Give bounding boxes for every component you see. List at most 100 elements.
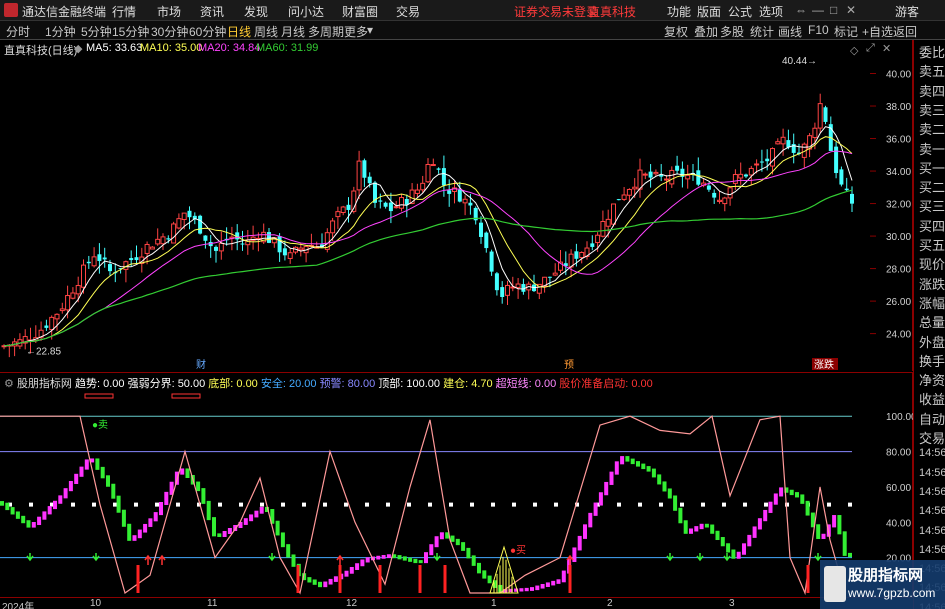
tool-add-watch[interactable]: +自选 xyxy=(862,23,893,40)
guest-label[interactable]: 游客 xyxy=(895,3,919,20)
menu-wealth[interactable]: 财富圈 xyxy=(342,3,378,20)
oscillator-bar xyxy=(418,560,423,564)
minimize-icon[interactable]: — xyxy=(812,3,824,17)
period-multi[interactable]: 多周期 xyxy=(308,23,344,40)
menu-formula[interactable]: 公式 xyxy=(728,3,752,20)
menu-news[interactable]: 资讯 xyxy=(200,3,224,20)
candle-body xyxy=(754,163,760,166)
swap-icon[interactable]: ⇔ xyxy=(795,3,807,17)
launch-signal-bar xyxy=(378,565,382,593)
oscillator-bar xyxy=(376,555,381,560)
indicator-chart[interactable]: 100.0080.0060.0040.0020.00●卖●买 xyxy=(0,373,913,598)
side-panel-item[interactable]: 卖四 xyxy=(919,81,945,100)
tool-stats[interactable]: 统计 xyxy=(750,23,774,40)
side-panel-item[interactable]: 14:56 xyxy=(919,544,945,556)
tool-adjust[interactable]: 复权 xyxy=(664,23,688,40)
side-panel-item[interactable]: 涨幅 xyxy=(919,293,945,312)
side-panel-item[interactable]: 委比 xyxy=(919,42,945,61)
candle-body xyxy=(49,316,55,331)
period-tick[interactable]: 分时 xyxy=(6,23,30,40)
divider-dot xyxy=(281,502,285,507)
divider-dot xyxy=(659,502,663,507)
side-panel-item[interactable]: 14:56 xyxy=(919,505,945,517)
menu-market[interactable]: 市场 xyxy=(157,3,181,20)
limit-marker: 涨跌 xyxy=(814,358,834,371)
period-60min[interactable]: 60分钟 xyxy=(189,23,226,40)
side-panel-item[interactable]: 涨跌 xyxy=(919,274,945,293)
menu-layout[interactable]: 版面 xyxy=(697,3,721,20)
period-weekly[interactable]: 周线 xyxy=(254,23,278,40)
menu-function[interactable]: 功能 xyxy=(667,3,691,20)
candlestick-panel[interactable]: 40.00 38.00 36.00 34.00 32.00 30.00 28.00 26.00… xyxy=(0,40,913,371)
side-panel-item[interactable]: 净资 xyxy=(919,370,945,389)
side-panel-item[interactable]: 卖五 xyxy=(919,61,945,80)
side-panel-item[interactable]: 收益 xyxy=(919,389,945,408)
side-panel-item[interactable]: 自动 xyxy=(919,409,945,428)
side-panel-item[interactable]: 买五 xyxy=(919,235,945,254)
side-panel-item[interactable]: 买四 xyxy=(919,216,945,235)
tool-back[interactable]: 返回 xyxy=(893,23,917,40)
tool-multistock[interactable]: 多股 xyxy=(720,23,744,40)
side-panel-item[interactable]: 14:56 xyxy=(919,467,945,479)
menu-discover[interactable]: 发现 xyxy=(244,3,268,20)
side-panel-item[interactable]: 买三 xyxy=(919,196,945,215)
oscillator-bar xyxy=(280,532,285,548)
candle-body xyxy=(340,206,346,214)
side-panel-item[interactable]: 卖二 xyxy=(919,119,945,138)
maximize-icon[interactable]: □ xyxy=(830,3,837,17)
oscillator-bar xyxy=(545,582,550,587)
menu-ask[interactable]: 问小达 xyxy=(288,3,324,20)
period-15min[interactable]: 15分钟 xyxy=(112,23,149,40)
side-panel-item[interactable]: 14:56 xyxy=(919,525,945,537)
period-1min[interactable]: 1分钟 xyxy=(45,23,76,40)
tool-overlay[interactable]: 叠加 xyxy=(694,23,718,40)
side-panel-item[interactable]: 总量 xyxy=(919,312,945,331)
side-panel-item[interactable]: 卖一 xyxy=(919,139,945,158)
side-panel-item[interactable]: 现价 xyxy=(919,254,945,273)
side-panel-item[interactable]: 交易 xyxy=(919,428,945,447)
indicator-panel[interactable]: 100.0080.0060.0040.0020.00●卖●买 ⚙ 股朋指标网 趋… xyxy=(0,372,913,597)
side-panel-item[interactable]: 买一 xyxy=(919,158,945,177)
tool-draw[interactable]: 画线 xyxy=(778,23,802,40)
tool-f10[interactable]: F10 xyxy=(808,23,829,37)
oscillator-bar xyxy=(561,570,566,583)
candlestick-chart[interactable]: 40.00 38.00 36.00 34.00 32.00 30.00 28.00 26.00… xyxy=(0,40,913,371)
login-notice[interactable]: 证券交易未登录 xyxy=(514,3,598,20)
oscillator-bar xyxy=(259,506,264,514)
oscillator-bar xyxy=(0,501,4,506)
indicator-name[interactable]: 股朋指标网 xyxy=(17,378,72,390)
close-panel-icon[interactable]: ✕ xyxy=(882,42,891,55)
diamond-icon[interactable]: ◇ xyxy=(850,44,858,57)
period-daily[interactable]: 日线 xyxy=(227,23,251,40)
price-axis-label: 32.00 xyxy=(886,200,911,211)
side-panel-item[interactable]: 外盘 xyxy=(919,332,945,351)
settings-icon[interactable]: ◆ xyxy=(74,42,82,55)
side-panel-item[interactable]: 14:56 xyxy=(919,447,945,459)
finance-marker: 财 xyxy=(196,358,206,371)
expand-icon[interactable]: ⤢ xyxy=(866,42,875,55)
menu-quotes[interactable]: 行情 xyxy=(112,3,136,20)
oscillator-bar xyxy=(821,533,826,539)
stock-name-top: 直真科技 xyxy=(588,5,637,19)
settings-icon[interactable]: ⚙ xyxy=(4,378,14,390)
candle-body xyxy=(484,232,489,249)
chevron-down-icon[interactable]: ▾ xyxy=(367,23,373,37)
side-panel-item[interactable]: 买二 xyxy=(919,177,945,196)
candle-body xyxy=(108,264,112,272)
period-30min[interactable]: 30分钟 xyxy=(151,23,188,40)
close-icon[interactable]: ✕ xyxy=(846,3,856,17)
candle-body xyxy=(552,272,558,276)
period-more[interactable]: 更多 xyxy=(344,23,368,40)
menu-trade[interactable]: 交易 xyxy=(396,3,420,20)
menu-options[interactable]: 选项 xyxy=(759,3,783,20)
side-panel-item[interactable]: 14:56 xyxy=(919,486,945,498)
side-panel-item[interactable]: 换手 xyxy=(919,351,945,370)
side-panel-item[interactable]: 卖三 xyxy=(919,100,945,119)
oscillator-bar xyxy=(196,481,201,492)
oscillator-bar xyxy=(15,511,20,519)
period-5min[interactable]: 5分钟 xyxy=(81,23,112,40)
candle-body xyxy=(86,261,91,264)
period-monthly[interactable]: 月线 xyxy=(281,23,305,40)
oscillator-bar xyxy=(408,557,413,562)
tool-mark[interactable]: 标记 xyxy=(834,23,858,40)
